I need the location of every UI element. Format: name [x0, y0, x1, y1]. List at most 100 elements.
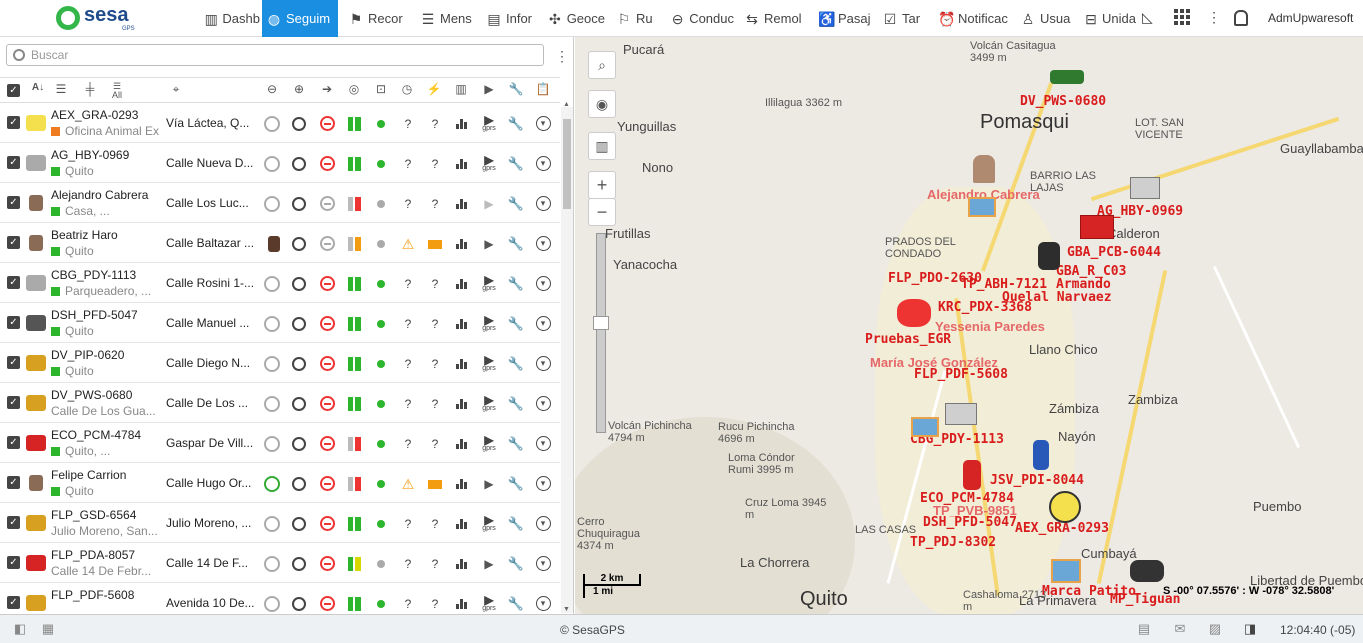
- wrench-icon[interactable]: 🔧: [507, 115, 525, 133]
- command-cell[interactable]: ▶: [480, 235, 498, 253]
- unit-name[interactable]: CBG_PDY-1113: [51, 268, 161, 282]
- group-icon[interactable]: ╪: [81, 82, 99, 96]
- command-cell[interactable]: ▶ gprs: [480, 354, 498, 373]
- report-chart-icon[interactable]: [453, 555, 471, 573]
- locate-icon[interactable]: [290, 195, 308, 213]
- more-menu-icon[interactable]: ⋮: [1207, 9, 1221, 26]
- gprs-command-icon[interactable]: ▶ gprs: [480, 274, 498, 292]
- unit-row[interactable]: ✓ FLP_PDA-8057 Calle 14 De Febr... Calle…: [0, 543, 560, 583]
- movement-status-icon[interactable]: [318, 275, 336, 293]
- warning-icon[interactable]: ⚠: [402, 476, 415, 492]
- driver-status-icon[interactable]: [263, 195, 281, 213]
- driver-photo-icon[interactable]: [265, 235, 283, 253]
- position-column-icon[interactable]: ⊕: [290, 82, 308, 96]
- report-chart-icon[interactable]: [453, 115, 471, 133]
- map-helicopter-icon[interactable]: [897, 299, 931, 327]
- movement-status-icon[interactable]: [318, 595, 336, 613]
- unit-address[interactable]: Calle Manuel ...: [166, 316, 256, 330]
- unit-address[interactable]: Calle De Los ...: [166, 396, 256, 410]
- wrench-icon[interactable]: 🔧: [507, 235, 525, 253]
- unit-row[interactable]: ✓ Felipe Carrion Quito Calle Hugo Or... …: [0, 463, 560, 503]
- map-person-photo-icon[interactable]: [973, 155, 995, 183]
- locate-icon[interactable]: [290, 315, 308, 333]
- row-menu-chevron-icon[interactable]: ▾: [534, 475, 552, 493]
- gprs-command-icon[interactable]: ▶ gprs: [480, 394, 498, 412]
- wrench-icon[interactable]: 🔧: [507, 315, 525, 333]
- map-unit-marker-label[interactable]: JSV_PDI-8044: [990, 473, 1084, 488]
- driver-status-icon[interactable]: [263, 275, 281, 293]
- command-cell[interactable]: ▶ gprs: [480, 594, 498, 613]
- nav-tab-7[interactable]: ⊖ Conduc: [666, 0, 734, 37]
- unit-row[interactable]: ✓ FLP_GSD-6564 Julio Moreno, San... Juli…: [0, 503, 560, 543]
- driver-status-icon[interactable]: [263, 555, 281, 573]
- wrench-icon[interactable]: 🔧: [507, 475, 525, 493]
- gprs-command-icon[interactable]: ▶ gprs: [480, 354, 498, 372]
- map-unit-marker-label[interactable]: Yessenia Paredes: [935, 319, 1045, 334]
- gprs-command-icon[interactable]: ▶ gprs: [480, 114, 498, 132]
- driver-status-icon[interactable]: [263, 475, 281, 493]
- locate-icon[interactable]: [290, 155, 308, 173]
- movement-status-icon[interactable]: [318, 155, 336, 173]
- command-cell[interactable]: ▶ gprs: [480, 274, 498, 293]
- unit-row[interactable]: ✓ AEX_GRA-0293 Oficina Animal Ex Vía Lác…: [0, 103, 560, 143]
- grid-view-icon[interactable]: ▦: [40, 621, 56, 637]
- gprs-command-icon[interactable]: ▶ gprs: [480, 594, 498, 612]
- row-menu-chevron-icon[interactable]: ▾: [534, 315, 552, 333]
- unit-checkbox[interactable]: ✓: [7, 116, 20, 129]
- unit-row[interactable]: ✓ AG_HBY-0969 Quito Calle Nueva D... ? ?…: [0, 143, 560, 183]
- map-view[interactable]: Pucará Volcán Casitagua 3499 m Illilagua 3…: [575, 37, 1363, 614]
- zoom-slider-knob[interactable]: [593, 316, 609, 330]
- driver-column-icon[interactable]: ⊖: [263, 82, 281, 96]
- unit-name[interactable]: ECO_PCM-4784: [51, 428, 161, 442]
- unit-checkbox[interactable]: ✓: [7, 276, 20, 289]
- locate-icon[interactable]: [290, 515, 308, 533]
- layout-icon[interactable]: ◨: [1242, 621, 1258, 637]
- map-type-button[interactable]: ▥: [588, 132, 616, 160]
- nav-tab-9[interactable]: ♿ Pasaj: [814, 0, 872, 37]
- nav-tab-11[interactable]: ⏰ Notificac: [934, 0, 1010, 37]
- wrench-icon[interactable]: 🔧: [507, 555, 525, 573]
- unit-address[interactable]: Julio Moreno, ...: [166, 516, 256, 530]
- locate-icon[interactable]: [290, 555, 308, 573]
- gprs-command-icon[interactable]: ▶ gprs: [480, 514, 498, 532]
- command-cell[interactable]: ▶ gprs: [480, 114, 498, 133]
- row-menu-chevron-icon[interactable]: ▾: [534, 355, 552, 373]
- report-chart-icon[interactable]: [453, 195, 471, 213]
- nav-tab-2[interactable]: ⚑ Recor: [344, 0, 408, 37]
- nav-tab-8[interactable]: ⇆ Remol: [740, 0, 806, 37]
- search-input[interactable]: Buscar: [6, 44, 544, 66]
- list-scrollbar[interactable]: ▲ ▼: [561, 101, 573, 613]
- report-chart-icon[interactable]: [453, 395, 471, 413]
- driver-status-icon[interactable]: [263, 355, 281, 373]
- nav-tab-13[interactable]: ⊟ Unida: [1080, 0, 1136, 37]
- power-column-icon[interactable]: ⚡: [425, 82, 443, 96]
- unit-checkbox[interactable]: ✓: [7, 156, 20, 169]
- locate-icon[interactable]: [290, 355, 308, 373]
- unit-name[interactable]: FLP_GSD-6564: [51, 508, 161, 522]
- unit-checkbox[interactable]: ✓: [7, 196, 20, 209]
- gprs-command-icon[interactable]: ▶ gprs: [480, 154, 498, 172]
- driver-status-icon[interactable]: [263, 155, 281, 173]
- locate-icon[interactable]: [290, 395, 308, 413]
- unit-row[interactable]: ✓ DV_PWS-0680 Calle De Los Gua... Calle …: [0, 383, 560, 423]
- gprs-command-icon[interactable]: ▶ gprs: [480, 314, 498, 332]
- locate-icon[interactable]: [290, 435, 308, 453]
- unit-row[interactable]: ✓ DSH_PFD-5047 Quito Calle Manuel ... ? …: [0, 303, 560, 343]
- nav-tab-0[interactable]: ▥ Dashb: [200, 0, 260, 37]
- map-unit-marker-label[interactable]: DSH_PFD-5047: [923, 515, 1017, 530]
- row-menu-chevron-icon[interactable]: ▾: [534, 115, 552, 133]
- unit-row[interactable]: ✓ Beatriz Haro Quito Calle Baltazar ... …: [0, 223, 560, 263]
- movement-status-icon[interactable]: [318, 555, 336, 573]
- map-car-icon[interactable]: [1033, 440, 1049, 470]
- driver-status-icon[interactable]: [263, 595, 281, 613]
- command-cell[interactable]: ▶ gprs: [480, 154, 498, 173]
- movement-status-icon[interactable]: [318, 435, 336, 453]
- list-view-icon[interactable]: ☰: [52, 82, 70, 96]
- map-unit-marker-label[interactable]: TP_PDJ-8302: [910, 535, 996, 550]
- report-chart-icon[interactable]: [453, 475, 471, 493]
- wrench-icon[interactable]: 🔧: [507, 275, 525, 293]
- unit-checkbox[interactable]: ✓: [7, 356, 20, 369]
- tools-column-icon[interactable]: 🔧: [507, 82, 525, 96]
- row-menu-chevron-icon[interactable]: ▾: [534, 435, 552, 453]
- unit-row[interactable]: ✓ DV_PIP-0620 Quito Calle Diego N... ? ?…: [0, 343, 560, 383]
